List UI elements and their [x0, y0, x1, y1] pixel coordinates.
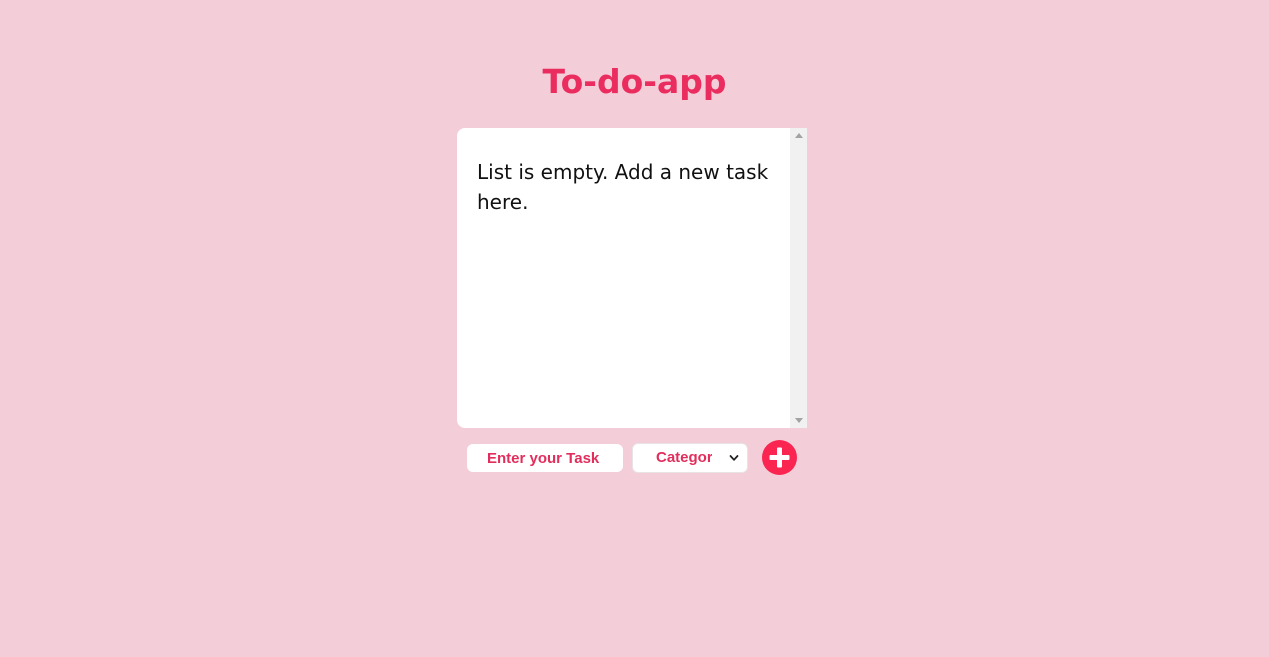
- app-title: To-do-app: [542, 62, 727, 101]
- add-task-button[interactable]: [762, 440, 797, 475]
- task-list-panel[interactable]: List is empty. Add a new task here.: [457, 128, 807, 428]
- scroll-up-arrow-icon[interactable]: [795, 133, 803, 138]
- category-select[interactable]: Category: [632, 443, 748, 473]
- task-input[interactable]: [467, 444, 623, 472]
- scroll-down-arrow-icon[interactable]: [795, 418, 803, 423]
- scrollbar[interactable]: [790, 128, 807, 428]
- task-list: List is empty. Add a new task here.: [457, 128, 790, 428]
- category-selected-value: Category: [656, 449, 712, 466]
- chevron-down-icon: [729, 455, 739, 461]
- empty-list-message: List is empty. Add a new task here.: [477, 160, 769, 214]
- plus-icon: [769, 447, 790, 468]
